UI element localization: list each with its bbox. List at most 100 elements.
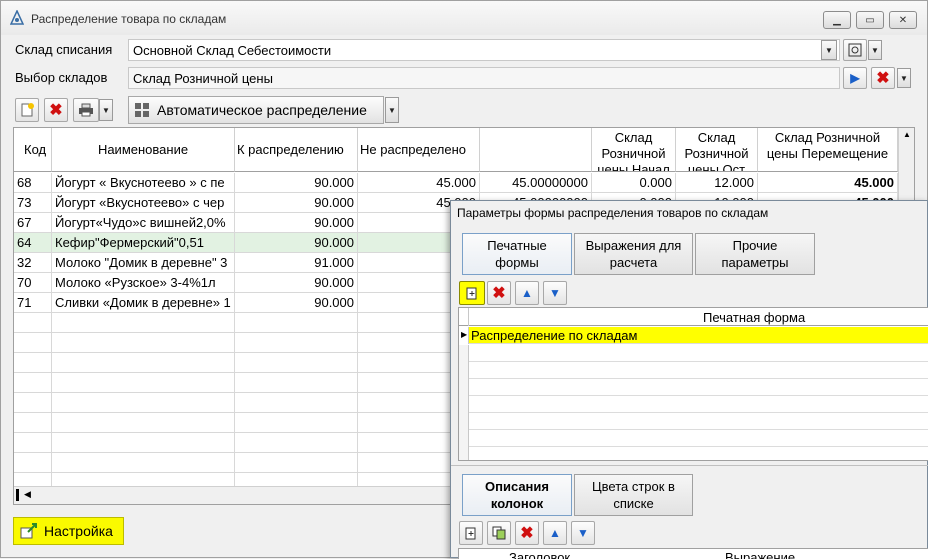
close-button[interactable]: ✕ (889, 11, 917, 29)
clear-button[interactable]: ✖ (871, 67, 895, 89)
delete-form-button[interactable]: ✖ (487, 281, 511, 305)
col-header-name[interactable]: Наименование (52, 128, 235, 172)
col-header-code[interactable]: Код (14, 128, 52, 172)
cell-to_dist (235, 353, 358, 373)
move-column-up-button[interactable]: ▲ (543, 521, 567, 545)
maximize-button[interactable]: ▭ (856, 11, 884, 29)
settings-button[interactable]: Настройка (13, 517, 124, 545)
col-header-balance[interactable]: Склад Розничной цены Ост (676, 128, 758, 172)
print-dropdown-button[interactable]: ▼ (99, 99, 113, 121)
tab-other-params[interactable]: Прочие параметры (695, 233, 815, 275)
cell-to_dist: 90.000 (235, 293, 358, 313)
header-indicator (459, 308, 469, 326)
cell-c4: 45.00000000 (480, 173, 592, 193)
tab-row-colors[interactable]: Цвета строк в списке (574, 474, 693, 516)
col-header-transfer-line2: цены Перемещение (766, 146, 889, 161)
new-button[interactable] (15, 98, 39, 122)
table-row[interactable]: 68 Йогурт « Вкуснотеево » с пе 90.000 45.00… (14, 173, 898, 193)
empty-row[interactable] (459, 447, 928, 460)
col-header-to-distribute-label: К распределению (237, 141, 344, 157)
cell-code (14, 413, 52, 433)
cell-code (14, 453, 52, 473)
delete-button[interactable]: ✖ (44, 98, 68, 122)
divider (451, 465, 928, 466)
scrollbar-thumb[interactable] (16, 489, 19, 501)
col-header-name-label: Наименование (97, 141, 189, 157)
cell-name (52, 373, 235, 393)
cell-code (14, 393, 52, 413)
empty-row[interactable] (459, 396, 928, 413)
col-header-balance-line3: цены Ост (687, 162, 746, 172)
play-icon: ▶ (850, 71, 860, 85)
move-column-down-button[interactable]: ▼ (571, 521, 595, 545)
cell-name: Молоко «Рузское» 3-4%1л (52, 273, 235, 293)
tab-print-forms[interactable]: Печатные формы (462, 233, 572, 275)
cell-code: 68 (14, 173, 52, 193)
tab-calc-expressions-label: Выражения для расчета (585, 238, 682, 270)
row-indicator (459, 345, 469, 362)
tab-calc-expressions[interactable]: Выражения для расчета (574, 233, 693, 275)
cell-name (52, 333, 235, 353)
refresh-button[interactable] (843, 39, 867, 61)
move-down-button[interactable]: ▼ (543, 281, 567, 305)
cell-to_dist: 91.000 (235, 253, 358, 273)
empty-row[interactable] (459, 430, 928, 447)
print-form-row-label: Распределение по складам (471, 328, 638, 343)
print-form-row-selected[interactable]: ▶ Распределение по складам (459, 327, 928, 344)
tab-other-params-label: Прочие параметры (721, 238, 789, 270)
select-warehouses-field[interactable]: Склад Розничной цены (128, 67, 840, 89)
play-button[interactable]: ▶ (843, 67, 867, 89)
cell-to_dist: 90.000 (235, 193, 358, 213)
add-form-button[interactable] (459, 281, 485, 305)
print-form-column-header[interactable]: Печатная форма (703, 310, 805, 325)
clear-dropdown-button[interactable]: ▼ (897, 68, 911, 88)
auto-distribution-button[interactable]: Автоматическое распределение (128, 96, 384, 124)
horizontal-scrollbar[interactable]: ◀ (14, 486, 454, 504)
cell-c7: 45.000 (758, 173, 898, 193)
new-document-icon (465, 527, 476, 540)
cell-to_dist (235, 413, 358, 433)
empty-row[interactable] (459, 379, 928, 396)
print-button[interactable] (73, 98, 99, 122)
minimize-button[interactable]: ▁ (823, 11, 851, 29)
empty-row[interactable] (459, 345, 928, 362)
col-header-to-distribute[interactable]: К распределению (235, 128, 358, 172)
params-dialog: Параметры формы распределения товаров по… (450, 200, 928, 559)
cell-c6: 12.000 (676, 173, 758, 193)
empty-row[interactable] (459, 413, 928, 430)
auto-distribution-dropdown[interactable]: ▼ (385, 97, 399, 123)
col-header-code-label: Код (24, 141, 47, 157)
select-label: Выбор складов (15, 70, 108, 85)
col-header-initial[interactable]: Склад Розничной цены Начал (592, 128, 676, 172)
cell-to_dist (235, 333, 358, 353)
printer-icon (79, 103, 93, 117)
tab-column-descriptions[interactable]: Описания колонок (462, 474, 572, 516)
add-column-button[interactable] (459, 521, 483, 545)
refresh-dropdown-button[interactable]: ▼ (868, 40, 882, 60)
cell-code: 70 (14, 273, 52, 293)
print-forms-header: Печатная форма (459, 308, 928, 326)
tab-print-forms-label: Печатные формы (487, 238, 547, 270)
arrow-down-icon: ▼ (549, 286, 561, 300)
grid-icon (135, 103, 149, 117)
refresh-icon (848, 43, 862, 57)
cell-to_dist: 90.000 (235, 213, 358, 233)
col-header-blank[interactable] (480, 128, 592, 172)
col-header-balance-line1: Склад (697, 130, 736, 145)
col-header-transfer[interactable]: Склад Розничной цены Перемещение (758, 128, 898, 172)
cell-name (52, 433, 235, 453)
delete-column-button[interactable]: ✖ (515, 521, 539, 545)
cell-to_dist: 90.000 (235, 233, 358, 253)
empty-row[interactable] (459, 362, 928, 379)
col-header-not-distributed[interactable]: Не распределено (358, 128, 480, 172)
row-indicator (459, 430, 469, 447)
cell-code: 64 (14, 233, 52, 253)
arrow-up-icon: ▲ (549, 526, 561, 540)
cell-code: 67 (14, 213, 52, 233)
write-off-dropdown-button[interactable]: ▼ (821, 40, 837, 60)
write-off-combo[interactable]: Основной Склад Себестоимости (128, 39, 840, 61)
cell-code: 73 (14, 193, 52, 213)
move-up-button[interactable]: ▲ (515, 281, 539, 305)
cell-code (14, 373, 52, 393)
copy-column-button[interactable] (487, 521, 511, 545)
